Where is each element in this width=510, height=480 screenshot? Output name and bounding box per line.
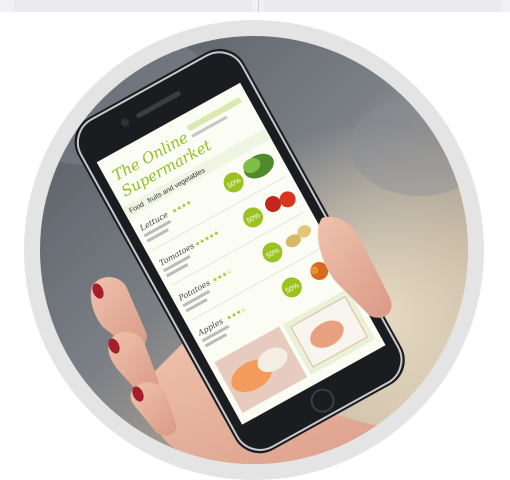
top-bar-divider [258, 0, 259, 12]
top-bar-left-panel [14, 0, 252, 12]
top-bar-right-panel [264, 0, 502, 12]
top-bar [0, 0, 510, 12]
phone-in-hand-photo: The Online Supermarket Food fruits and v… [40, 36, 468, 464]
